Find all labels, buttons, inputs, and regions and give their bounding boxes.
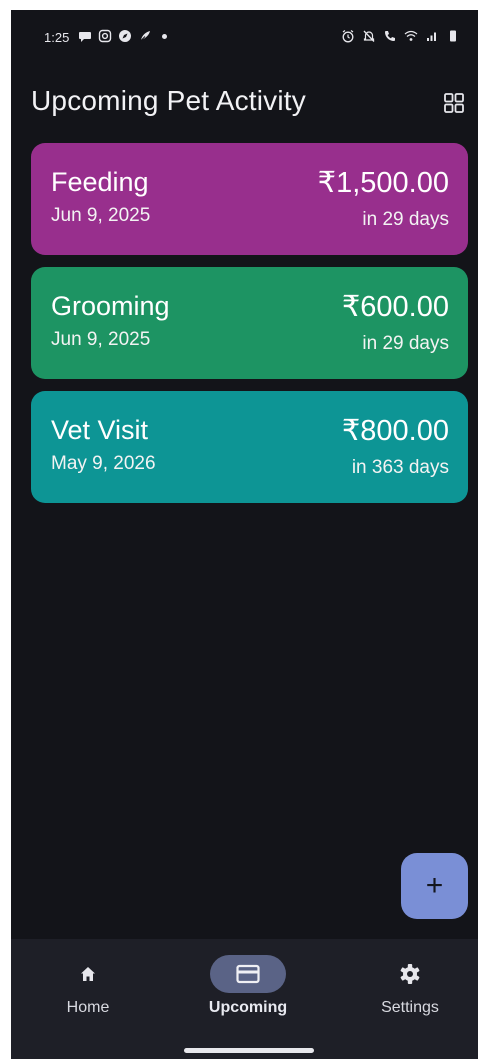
activity-due: in 29 days xyxy=(362,333,449,354)
instagram-icon xyxy=(98,29,112,43)
battery-icon xyxy=(450,30,456,42)
alarm-icon xyxy=(342,30,354,43)
nav-icon-container xyxy=(210,955,286,993)
activity-date: May 9, 2026 xyxy=(51,453,156,474)
nav-label-home: Home xyxy=(66,999,110,1016)
compass-icon xyxy=(119,30,131,42)
activity-amount: ₹1,500.00 xyxy=(317,167,449,199)
bottom-navigation: Home Upcoming Settings xyxy=(11,939,478,1059)
notification-dot xyxy=(162,33,167,39)
activity-card-vet-visit[interactable]: Vet Visit May 9, 2026 ₹800.00 in 363 day… xyxy=(31,391,468,503)
app-bar: Upcoming Pet Activity xyxy=(11,70,478,130)
activity-due: in 363 days xyxy=(351,457,449,478)
activity-name: Feeding xyxy=(51,167,149,197)
nav-item-settings[interactable]: Settings xyxy=(335,939,478,1049)
nav-label-settings: Settings xyxy=(381,999,439,1016)
message-icon xyxy=(79,32,91,42)
status-bar: 1:25 xyxy=(11,10,478,64)
nav-icon-container xyxy=(50,955,126,993)
status-time: 1:25 xyxy=(44,30,70,45)
feather-icon xyxy=(139,31,150,42)
home-indicator[interactable] xyxy=(184,1048,314,1053)
nav-item-upcoming[interactable]: Upcoming xyxy=(173,939,323,1049)
activity-amount: ₹800.00 xyxy=(341,415,449,447)
activity-name: Grooming xyxy=(51,291,170,321)
call-icon xyxy=(385,31,395,41)
activity-card-grooming[interactable]: Grooming Jun 9, 2025 ₹600.00 in 29 days xyxy=(31,267,468,379)
activity-date: Jun 9, 2025 xyxy=(51,205,151,226)
app-screen: 1:25 Upcoming Pet Activity Feeding Jun 9… xyxy=(11,10,478,1059)
add-activity-button[interactable]: + xyxy=(401,853,468,919)
activity-amount: ₹600.00 xyxy=(341,291,449,323)
gear-icon xyxy=(400,964,420,984)
nav-icon-container xyxy=(372,955,448,993)
mute-icon xyxy=(363,30,375,42)
signal-icon xyxy=(427,32,436,41)
activity-date: Jun 9, 2025 xyxy=(51,329,151,350)
wifi-icon xyxy=(404,30,418,41)
page-title: Upcoming Pet Activity xyxy=(31,85,306,116)
plus-icon: + xyxy=(425,869,444,902)
activity-card-feeding[interactable]: Feeding Jun 9, 2025 ₹1,500.00 in 29 days xyxy=(31,143,468,255)
activity-due: in 29 days xyxy=(362,209,449,230)
nav-item-home[interactable]: Home xyxy=(13,939,163,1049)
activity-name: Vet Visit xyxy=(51,415,149,445)
home-icon xyxy=(81,967,95,981)
grid-view-icon[interactable] xyxy=(443,92,465,114)
nav-label-upcoming: Upcoming xyxy=(208,999,288,1016)
card-icon xyxy=(236,964,260,984)
